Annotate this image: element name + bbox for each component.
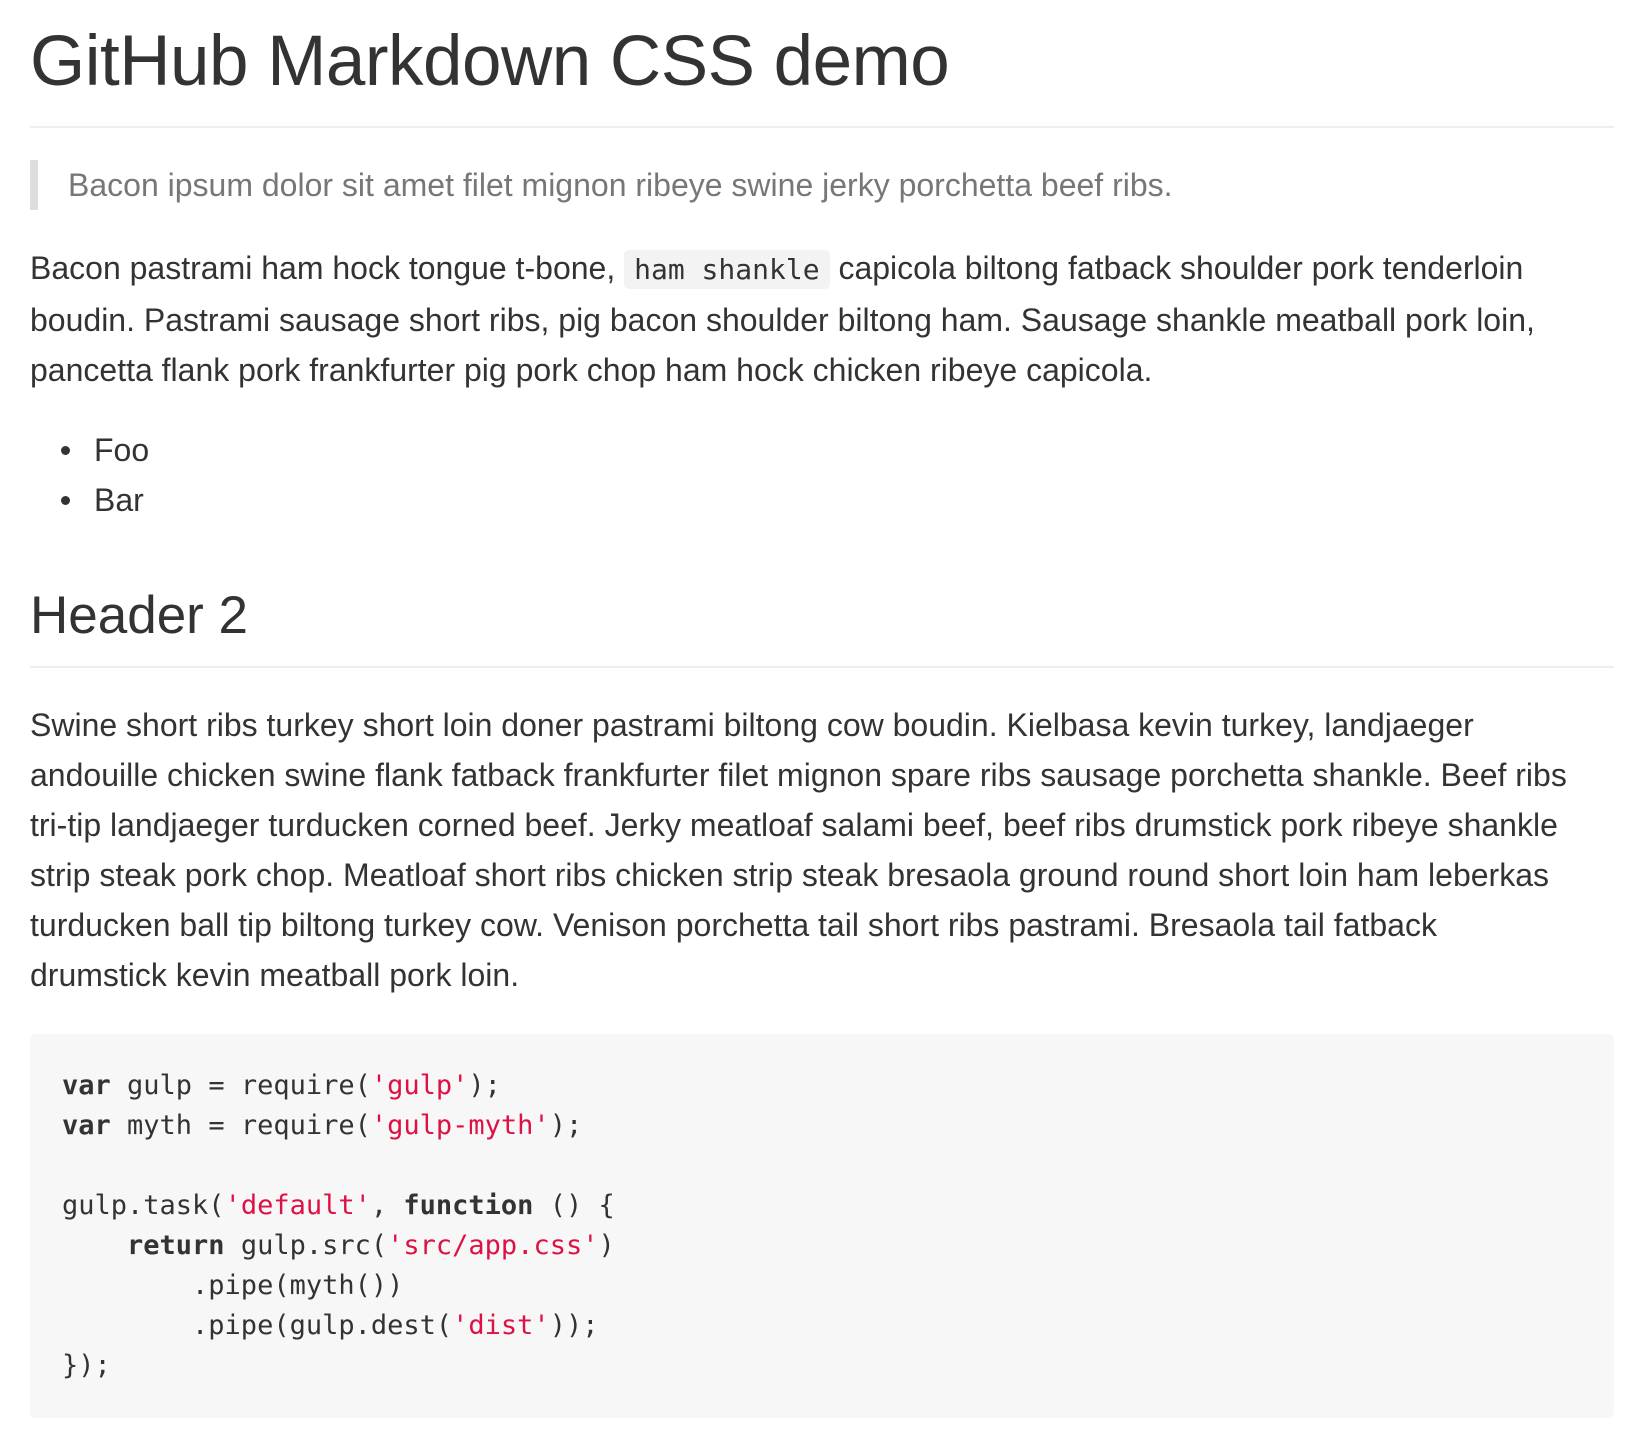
paragraph-1: Bacon pastrami ham hock tongue t-bone, h… xyxy=(30,243,1614,395)
paragraph-1-text-after-code: capicola biltong fatback shoulder pork t… xyxy=(829,250,1524,286)
code-keyword: var xyxy=(62,1070,111,1101)
list-item-label: Foo xyxy=(94,432,150,468)
code-line: }); xyxy=(62,1346,1614,1386)
code-line: gulp.task('default', function () { xyxy=(62,1186,1614,1226)
code-block: var gulp = require('gulp'); var myth = re… xyxy=(30,1034,1614,1418)
code-text: )); xyxy=(549,1310,599,1341)
code-text: gulp.task( xyxy=(62,1190,225,1221)
code-line: var gulp = require('gulp'); xyxy=(62,1066,1614,1106)
code-line: .pipe(myth()) xyxy=(62,1266,1614,1306)
bullet-icon xyxy=(61,496,70,505)
bullet-list: Foo Bar xyxy=(30,425,149,525)
list-item: Bar xyxy=(30,475,149,525)
code-line: var myth = require('gulp-myth'); xyxy=(62,1106,1614,1146)
code-keyword: var xyxy=(62,1110,111,1141)
code-line: return gulp.src('src/app.css') xyxy=(62,1226,1614,1266)
code-string: 'dist' xyxy=(452,1310,550,1341)
inline-code: ham shankle xyxy=(624,250,830,289)
code-text: }); xyxy=(62,1350,111,1381)
section-heading: Header 2 xyxy=(30,586,249,645)
code-text: .pipe(gulp.dest( xyxy=(62,1310,453,1341)
code-text: ) xyxy=(598,1230,615,1261)
code-keyword: return xyxy=(127,1230,225,1261)
paragraph-2-line: tri-tip landjaeger turducken corned beef… xyxy=(30,807,1558,843)
paragraph-1-line-2: boudin. Pastrami sausage short ribs, pig… xyxy=(30,302,1535,338)
code-string: 'gulp' xyxy=(370,1070,469,1101)
bullet-icon xyxy=(61,446,70,455)
code-string: 'src/app.css' xyxy=(387,1230,599,1261)
code-line: .pipe(gulp.dest('dist')); xyxy=(62,1306,1614,1346)
list-item-label: Bar xyxy=(94,482,144,518)
code-text: myth = require( xyxy=(110,1110,371,1141)
code-string: 'default' xyxy=(224,1190,371,1221)
heading2-divider xyxy=(30,666,1614,668)
code-text: ); xyxy=(549,1110,583,1141)
code-text: gulp = require( xyxy=(110,1070,371,1101)
code-text: () { xyxy=(533,1190,615,1221)
paragraph-1-text-before-code: Bacon pastrami ham hock tongue t-bone, xyxy=(30,250,625,286)
code-text: gulp.src( xyxy=(224,1230,388,1261)
paragraph-2-line: Swine short ribs turkey short loin doner… xyxy=(30,707,1474,743)
paragraph-1-line-1: Bacon pastrami ham hock tongue t-bone, h… xyxy=(30,243,1614,295)
code-text: ); xyxy=(468,1070,501,1101)
paragraph-2-line: turducken ball tip biltong turkey cow. V… xyxy=(30,907,1437,943)
page-title: GitHub Markdown CSS demo xyxy=(30,22,950,101)
blockquote: Bacon ipsum dolor sit amet filet mignon … xyxy=(30,160,1614,210)
paragraph-2: Swine short ribs turkey short loin doner… xyxy=(30,700,1614,1000)
code-text: , xyxy=(370,1190,404,1221)
heading1-divider xyxy=(30,126,1614,128)
paragraph-2-line: strip steak pork chop. Meatloaf short ri… xyxy=(30,857,1549,893)
paragraph-2-line: drumstick kevin meatball pork loin. xyxy=(30,957,520,993)
code-string: 'gulp-myth' xyxy=(370,1110,550,1141)
paragraph-1-line-3: pancetta flank pork frankfurter pig pork… xyxy=(30,352,1153,388)
list-item: Foo xyxy=(30,425,149,475)
code-text: .pipe(myth()) xyxy=(62,1270,404,1301)
code-keyword: function xyxy=(403,1190,534,1221)
paragraph-2-line: andouille chicken swine flank fatback fr… xyxy=(30,757,1567,793)
